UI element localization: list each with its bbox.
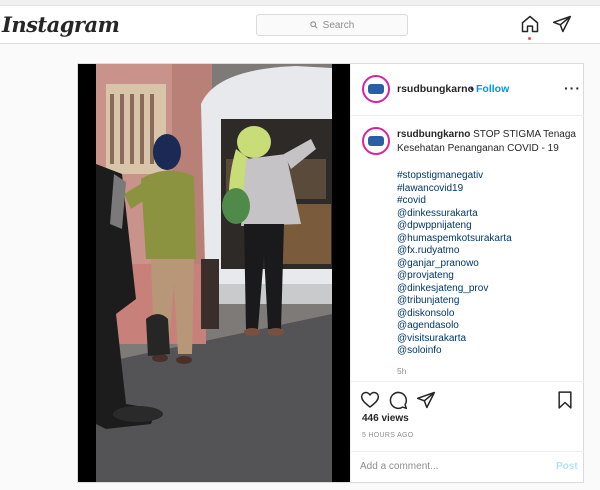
caption-avatar[interactable] <box>362 127 390 155</box>
hashtag-link[interactable]: #stopstigmanegativ <box>397 170 577 183</box>
post-card: rsudbungkarno • Follow ··· rsudbungkarno… <box>77 63 584 483</box>
hashtag-link[interactable]: #covid <box>397 195 577 208</box>
mention-link[interactable]: @humaspemkotsurakarta <box>397 233 577 246</box>
top-navigation-bar: Instagram Search <box>0 0 600 44</box>
post-media[interactable] <box>78 64 350 482</box>
search-placeholder: Search <box>322 19 355 31</box>
post-timestamp: 5 HOURS AGO <box>362 432 414 439</box>
caption-text: rsudbungkarno STOP STIGMA Tenaga Kesehat… <box>397 128 577 156</box>
active-indicator-dot <box>528 37 531 40</box>
mention-link[interactable]: @dpwppnijateng <box>397 220 577 233</box>
view-count[interactable]: 446 views <box>362 413 409 424</box>
mention-link[interactable]: @dinkesjateng_prov <box>397 283 577 296</box>
separator-dot: • <box>470 83 474 95</box>
action-bar <box>351 381 584 417</box>
mention-link[interactable]: @diskonsolo <box>397 308 577 321</box>
mention-link[interactable]: @tribunjateng <box>397 295 577 308</box>
comment-box: Post <box>351 451 584 482</box>
hashtag-list: #stopstigmanegativ #lawancovid19 #covid @di… <box>397 170 577 358</box>
caption-area: rsudbungkarno STOP STIGMA Tenaga Kesehat… <box>351 116 584 381</box>
mention-link[interactable]: @soloinfo <box>397 345 577 358</box>
more-options-icon[interactable]: ··· <box>564 81 581 95</box>
post-header: rsudbungkarno • Follow ··· <box>351 64 584 116</box>
mention-link[interactable]: @dinkessurakarta <box>397 208 577 221</box>
follow-button[interactable]: Follow <box>476 83 509 95</box>
direct-message-icon[interactable] <box>552 14 572 34</box>
mention-link[interactable]: @fx.rudyatmo <box>397 245 577 258</box>
avatar[interactable] <box>362 75 390 103</box>
search-icon <box>309 21 318 29</box>
mention-link[interactable]: @visitsurakarta <box>397 333 577 346</box>
mention-link[interactable]: @ganjar_pranowo <box>397 258 577 271</box>
mention-link[interactable]: @agendasolo <box>397 320 577 333</box>
post-sidebar: rsudbungkarno • Follow ··· rsudbungkarno… <box>350 64 584 482</box>
save-bookmark-icon[interactable] <box>555 390 575 410</box>
post-comment-button[interactable]: Post <box>556 461 578 472</box>
comment-input[interactable] <box>360 461 540 472</box>
instagram-logo[interactable]: Instagram <box>2 12 120 37</box>
home-icon[interactable] <box>520 14 540 34</box>
hashtag-link[interactable]: #lawancovid19 <box>397 183 577 196</box>
relative-time: 5h <box>397 366 407 376</box>
caption-username[interactable]: rsudbungkarno <box>397 129 470 140</box>
mention-link[interactable]: @provjateng <box>397 270 577 283</box>
share-icon[interactable] <box>416 390 436 410</box>
username-link[interactable]: rsudbungkarno <box>397 83 474 95</box>
video-frame[interactable] <box>96 64 332 482</box>
search-bar[interactable]: Search <box>256 14 408 36</box>
like-heart-icon[interactable] <box>360 390 380 410</box>
comment-icon[interactable] <box>388 390 408 410</box>
browser-strip <box>0 0 600 6</box>
video-still-image <box>96 64 332 482</box>
